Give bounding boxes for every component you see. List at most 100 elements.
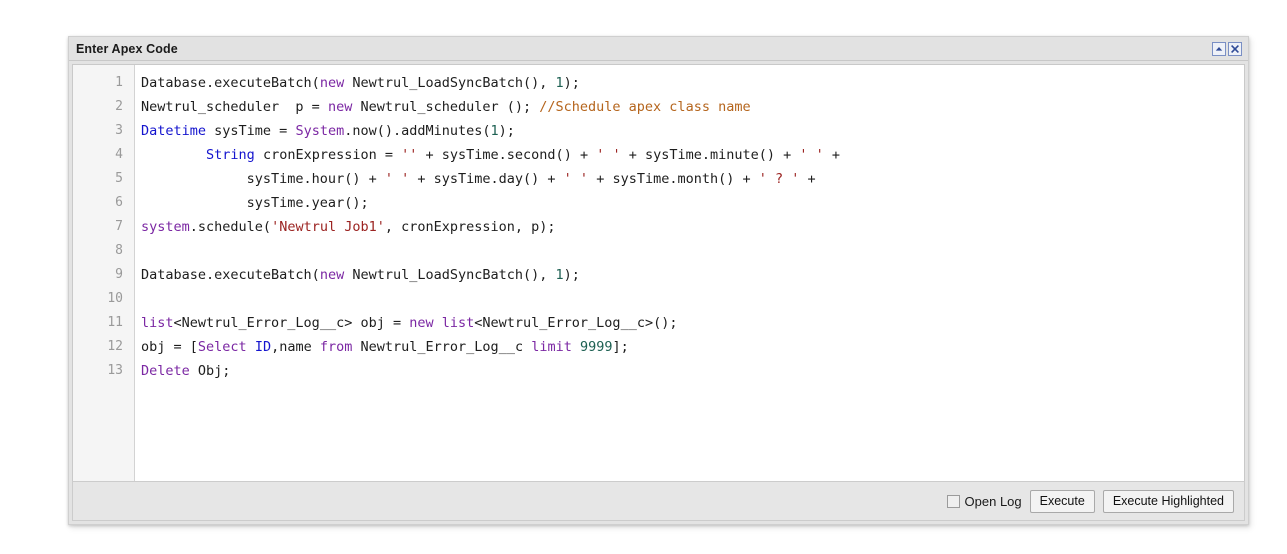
code-line[interactable]: system.schedule('Newtrul Job1', cronExpr… xyxy=(141,215,1244,239)
code-token: Database.executeBatch( xyxy=(141,267,320,283)
close-button[interactable] xyxy=(1228,41,1242,56)
code-line[interactable]: sysTime.hour() + ' ' + sysTime.day() + '… xyxy=(141,167,1244,191)
code-token: 9999 xyxy=(579,339,613,355)
code-token: new xyxy=(327,99,353,115)
code-token: ]; xyxy=(612,339,629,355)
line-number: 7 xyxy=(115,219,123,234)
editor-footer-toolbar: Open Log Execute Execute Highlighted xyxy=(72,481,1245,521)
code-token: Newtrul_LoadSyncBatch(), xyxy=(344,267,556,283)
line-number: 10 xyxy=(107,291,123,306)
code-line[interactable] xyxy=(141,287,1244,311)
triangle-up-icon xyxy=(1214,44,1224,54)
code-token: new xyxy=(319,75,345,91)
screen-root: Enter Apex Code 1 2 3 4 5 6 7 8 9 10 11 … xyxy=(0,0,1287,554)
code-token: Datetime xyxy=(141,123,207,139)
code-line[interactable]: list<Newtrul_Error_Log__c> obj = new lis… xyxy=(141,311,1244,335)
code-token: system xyxy=(141,219,190,235)
code-token: ,name xyxy=(271,339,320,355)
line-number: 9 xyxy=(115,267,123,282)
code-line[interactable]: String cronExpression = '' + sysTime.sec… xyxy=(141,143,1244,167)
open-log-checkbox[interactable] xyxy=(946,494,960,508)
code-token: Newtrul_scheduler (); xyxy=(352,99,540,115)
execute-button[interactable]: Execute xyxy=(1029,489,1095,513)
code-token: , cronExpression, p); xyxy=(384,219,556,235)
code-token: //Schedule apex class name xyxy=(539,99,751,115)
window-title: Enter Apex Code xyxy=(76,41,178,56)
code-token: new xyxy=(409,315,434,331)
code-line[interactable]: obj = [Select ID,name from Newtrul_Error… xyxy=(141,335,1244,359)
code-token: cronExpression = xyxy=(254,147,402,163)
line-number: 11 xyxy=(107,315,123,330)
code-line[interactable]: sysTime.year(); xyxy=(141,191,1244,215)
code-line[interactable]: Newtrul_scheduler p = new Newtrul_schedu… xyxy=(141,95,1244,119)
code-token: list xyxy=(141,315,174,331)
code-token: from xyxy=(319,339,353,355)
code-token: obj = [ xyxy=(141,339,198,355)
code-token: ' ' xyxy=(384,171,410,187)
code-token: limit xyxy=(531,339,572,355)
open-log-label: Open Log xyxy=(964,493,1022,509)
code-token: 1 xyxy=(490,123,499,139)
code-line[interactable]: Delete Obj; xyxy=(141,359,1244,383)
code-token: + sysTime.month() + xyxy=(588,171,759,187)
code-token: sysTime.year(); xyxy=(141,195,369,211)
code-line[interactable]: Datetime sysTime = System.now().addMinut… xyxy=(141,119,1244,143)
code-token: sysTime = xyxy=(206,123,296,139)
code-token: .schedule( xyxy=(189,219,272,235)
code-token: Newtrul_scheduler p = xyxy=(141,99,328,115)
code-token: Obj; xyxy=(189,363,231,379)
line-number: 5 xyxy=(115,171,123,186)
code-token: 'Newtrul Job1' xyxy=(271,219,385,235)
line-number: 1 xyxy=(115,75,123,90)
code-token: ' ? ' xyxy=(758,171,800,187)
line-number: 2 xyxy=(115,99,123,114)
code-token: list xyxy=(441,315,475,331)
code-token: Newtrul_LoadSyncBatch(), xyxy=(344,75,556,91)
code-token: ); xyxy=(563,267,580,283)
code-line[interactable]: Database.executeBatch(new Newtrul_LoadSy… xyxy=(141,263,1244,287)
code-token: System xyxy=(295,123,345,139)
code-content[interactable]: Database.executeBatch(new Newtrul_LoadSy… xyxy=(135,65,1244,500)
code-token: ); xyxy=(563,75,580,91)
code-token: <Newtrul_Error_Log__c>(); xyxy=(474,315,678,331)
code-token: Select xyxy=(197,339,247,355)
code-token: ' ' xyxy=(596,147,621,163)
line-number: 8 xyxy=(115,243,123,258)
line-number-gutter: 1 2 3 4 5 6 7 8 9 10 11 12 13 xyxy=(73,65,135,500)
code-token: '' xyxy=(401,147,418,163)
window-titlebar: Enter Apex Code xyxy=(69,37,1248,61)
line-number: 4 xyxy=(115,147,123,162)
code-token: 1 xyxy=(555,267,564,283)
apex-code-window: Enter Apex Code 1 2 3 4 5 6 7 8 9 10 11 … xyxy=(68,36,1249,525)
code-token: 1 xyxy=(555,75,564,91)
code-line[interactable] xyxy=(141,239,1244,263)
code-editor[interactable]: 1 2 3 4 5 6 7 8 9 10 11 12 13 Database.executeBatch(… xyxy=(72,64,1245,501)
code-token: .now().addMinutes( xyxy=(344,123,491,139)
line-number: 3 xyxy=(115,123,123,138)
code-token: + xyxy=(823,147,841,163)
code-token: Newtrul_Error_Log__c xyxy=(352,339,532,355)
code-token: + sysTime.second() + xyxy=(417,147,597,163)
collapse-button[interactable] xyxy=(1212,41,1226,56)
open-log-checkbox-wrapper[interactable]: Open Log xyxy=(946,493,1022,509)
code-token: new xyxy=(319,267,345,283)
code-token: + xyxy=(799,171,816,187)
code-token: + sysTime.day() + xyxy=(409,171,564,187)
line-number: 13 xyxy=(107,363,123,378)
close-x-icon xyxy=(1230,44,1240,54)
code-token: Database.executeBatch( xyxy=(141,75,320,91)
line-number: 6 xyxy=(115,195,123,210)
execute-highlighted-button[interactable]: Execute Highlighted xyxy=(1102,489,1234,513)
code-token: ' ' xyxy=(799,147,824,163)
code-token: + sysTime.minute() + xyxy=(620,147,800,163)
code-token: ' ' xyxy=(563,171,589,187)
code-token: ); xyxy=(498,123,515,139)
code-token: ID xyxy=(254,339,272,355)
window-controls xyxy=(1212,41,1242,56)
code-token: String xyxy=(206,147,255,163)
code-line[interactable]: Database.executeBatch(new Newtrul_LoadSy… xyxy=(141,71,1244,95)
